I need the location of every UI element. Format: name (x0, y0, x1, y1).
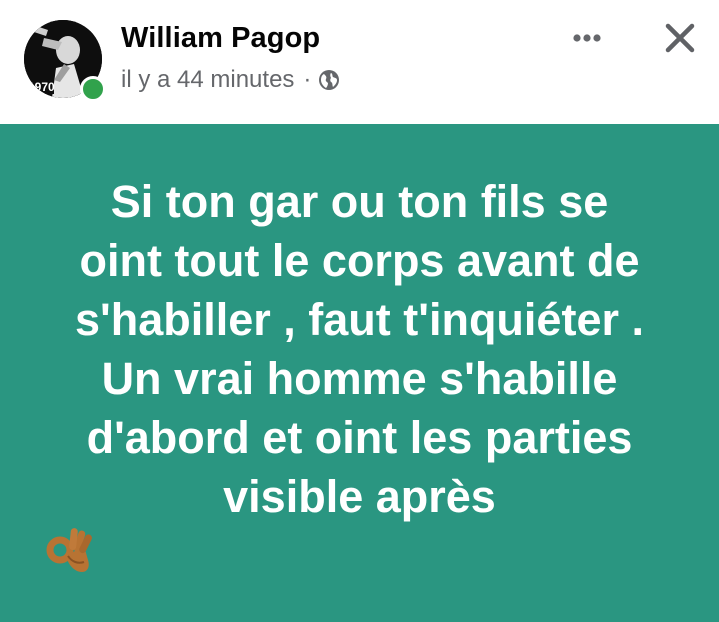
facebook-post: 1970 William Pagop il y a 44 minutes · S… (0, 0, 719, 622)
avatar-badge: 1970 (28, 80, 55, 94)
post-line: d'abord et oint les parties (86, 412, 633, 463)
post-header: 1970 William Pagop il y a 44 minutes · (0, 0, 719, 124)
post-meta: il y a 44 minutes · (121, 66, 340, 94)
globe-icon[interactable] (318, 69, 340, 91)
author-name[interactable]: William Pagop (121, 22, 320, 55)
online-status-icon (80, 76, 106, 102)
post-line: Si ton gar ou ton fils se (110, 176, 609, 227)
more-options-button[interactable] (560, 16, 614, 60)
post-line: s'habiller , faut t'inquiéter . (75, 294, 644, 345)
post-text: Si ton gar ou ton fils se oint tout le c… (40, 172, 680, 576)
post-content: Si ton gar ou ton fils se oint tout le c… (0, 124, 719, 622)
post-line: visible après (223, 471, 496, 522)
post-line-last: visible après (40, 467, 680, 576)
ok-hand-icon (46, 526, 92, 576)
more-horizontal-icon (573, 34, 601, 42)
timestamp[interactable]: il y a 44 minutes (121, 66, 294, 94)
close-icon (665, 23, 695, 53)
close-button[interactable] (654, 12, 706, 64)
post-line: oint tout le corps avant de (79, 235, 640, 286)
post-line: Un vrai homme s'habille (101, 353, 618, 404)
meta-separator: · (303, 66, 312, 93)
